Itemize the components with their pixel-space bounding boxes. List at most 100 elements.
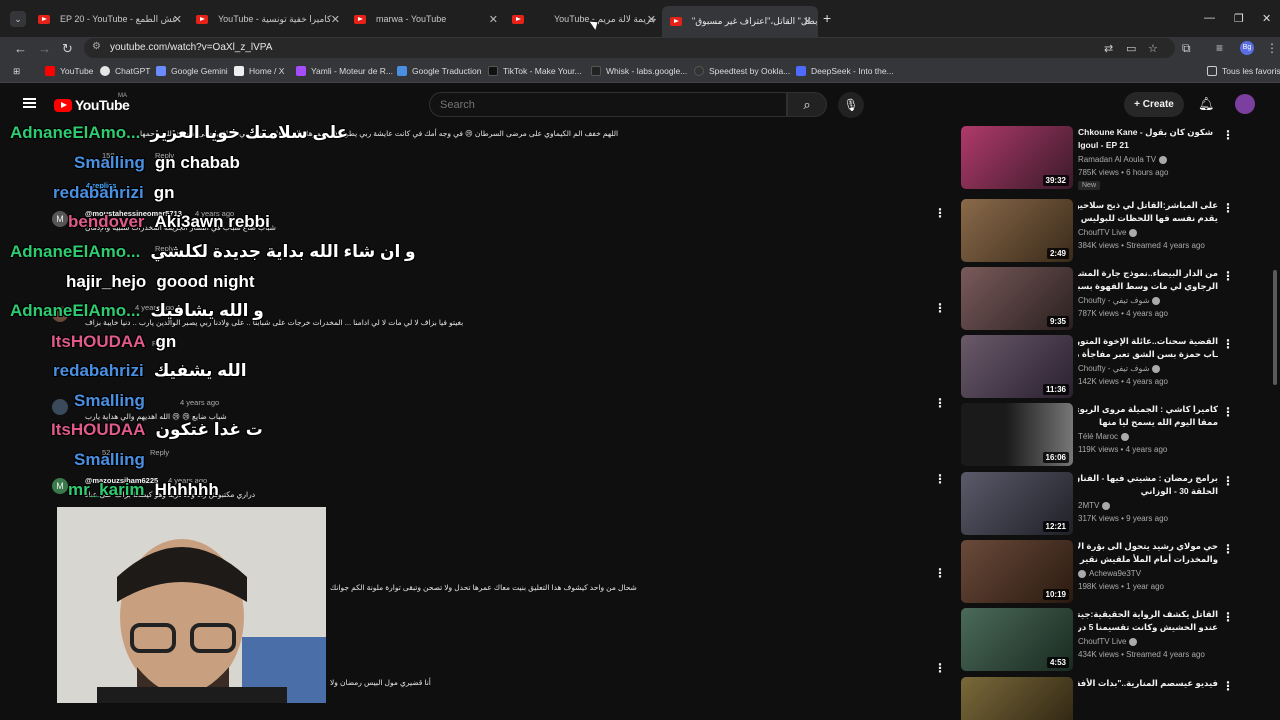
search-box[interactable] bbox=[429, 92, 787, 117]
channel-name[interactable]: ChoufTV Live bbox=[1078, 228, 1138, 237]
bookmark-tiktok[interactable]: TikTok - Make Your... bbox=[488, 66, 582, 76]
translate-icon[interactable]: ⇄ bbox=[1104, 42, 1113, 55]
recommended-video[interactable]: 2:49 على المباشر:القاتل لي ذبح سلاحيو «ق… bbox=[960, 199, 1234, 263]
tab-search-dropdown[interactable]: ⌄ bbox=[10, 11, 26, 27]
new-tab-button[interactable]: + bbox=[823, 10, 831, 26]
video-thumbnail[interactable]: 9:35 bbox=[961, 267, 1073, 330]
guide-menu-icon[interactable] bbox=[23, 98, 36, 108]
video-thumbnail[interactable]: 2:49 bbox=[961, 199, 1073, 262]
close-window-icon[interactable]: ✕ bbox=[1262, 12, 1271, 25]
video-thumbnail[interactable]: 12:21 bbox=[961, 472, 1073, 535]
channel-name[interactable]: ChoufTV Live bbox=[1078, 637, 1138, 646]
video-actions-kebab-icon[interactable]: ⋮ bbox=[1222, 542, 1234, 556]
video-title-line2[interactable]: عندو الحشيش وكانت تقسيمنا 5 دراهم وزمات bbox=[1078, 621, 1218, 633]
bookmark-speedtest[interactable]: Speedtest by Ookla... bbox=[694, 66, 790, 76]
address-bar[interactable]: ⚙ youtube.com/watch?v=OaXl_z_lVPA ⇄ ▭ ☆ bbox=[84, 38, 1175, 58]
video-title[interactable]: فيديو عيسصم المنارية.."بدات الأفة" كيحسو bbox=[1078, 677, 1218, 689]
recommended-video[interactable]: 10:19 حي مولاي رشيد يتحول الى بؤرة الإجر… bbox=[960, 540, 1234, 604]
video-title-line2[interactable]: ـاب حمزة بسن الشق تعبر مفاجأة من الجيار bbox=[1078, 348, 1218, 360]
create-button[interactable]: + Create bbox=[1124, 92, 1184, 117]
browser-tab[interactable]: EP 20 - YouTube - عش الطمع ✕ bbox=[30, 8, 188, 30]
video-actions-kebab-icon[interactable]: ⋮ bbox=[1222, 269, 1234, 283]
video-title[interactable]: حي مولاي رشيد يتحول الى بؤرة الإجرام bbox=[1078, 540, 1218, 552]
video-title[interactable]: القضية سحنات..عائلة الإخوة المتورطين فقت… bbox=[1078, 335, 1218, 347]
bookmark-chatgpt[interactable]: ChatGPT bbox=[100, 66, 150, 76]
close-tab-icon[interactable]: ✕ bbox=[647, 13, 656, 26]
video-title[interactable]: برامج رمضان : مشيتي فيها - الفنان مهدي bbox=[1078, 472, 1218, 484]
video-title-line2[interactable]: lgoul - EP 21 bbox=[1078, 139, 1218, 151]
video-thumbnail[interactable] bbox=[961, 677, 1073, 720]
avatar[interactable]: M bbox=[52, 211, 68, 227]
bookmark-youtube[interactable]: YouTube bbox=[45, 66, 93, 76]
recommended-video[interactable]: 4:53 القاتل يكشف الرواية الحقيقية:جيتا ن… bbox=[960, 608, 1234, 672]
page-scrollbar[interactable] bbox=[1273, 270, 1277, 385]
voice-search-button[interactable]: 🎙 bbox=[838, 92, 864, 118]
video-actions-kebab-icon[interactable]: ⋮ bbox=[1222, 337, 1234, 351]
bookmark-star-icon[interactable]: ☆ bbox=[1148, 42, 1158, 55]
site-info-icon[interactable]: ⚙ bbox=[92, 41, 101, 52]
bookmark-gemini[interactable]: Google Gemini bbox=[156, 66, 228, 76]
close-tab-icon[interactable]: ✕ bbox=[173, 13, 182, 26]
video-title[interactable]: من الدار البيضاء..نموذج جارة المشجع bbox=[1078, 267, 1218, 279]
channel-name[interactable]: Télé Maroc bbox=[1078, 432, 1130, 441]
browser-tab[interactable]: marwa - YouTube ✕ bbox=[346, 8, 504, 30]
video-thumbnail[interactable]: 16:06 bbox=[961, 403, 1073, 466]
video-actions-kebab-icon[interactable]: ⋮ bbox=[1222, 610, 1234, 624]
recommended-video[interactable]: 39:32 Chkoune Kane - شكون كان بقول lgoul… bbox=[960, 126, 1234, 190]
recommended-video[interactable]: 11:36 القضية سحنات..عائلة الإخوة المتورط… bbox=[960, 335, 1234, 399]
video-actions-kebab-icon[interactable]: ⋮ bbox=[1222, 679, 1234, 693]
channel-name[interactable]: Achewa9e3TV bbox=[1078, 569, 1141, 578]
channel-name[interactable]: Ramadan Al Aoula TV bbox=[1078, 155, 1168, 164]
video-title-line2[interactable]: الرجاوي لي مات وسط الفهوة بسبب هدف bbox=[1078, 280, 1218, 292]
video-thumbnail[interactable]: 4:53 bbox=[961, 608, 1073, 671]
video-actions-kebab-icon[interactable]: ⋮ bbox=[1222, 405, 1234, 419]
bookmark-google-translate[interactable]: Google Traduction bbox=[397, 66, 481, 76]
recommended-video[interactable]: 9:35 من الدار البيضاء..نموذج جارة المشجع… bbox=[960, 267, 1234, 331]
video-actions-kebab-icon[interactable]: ⋮ bbox=[1222, 128, 1234, 142]
comment-actions-kebab-icon[interactable]: ⋮ bbox=[934, 566, 946, 580]
browser-tab-active[interactable]: "بطل" القاتل،"اعتراف غير مسبوق ✕ bbox=[662, 6, 818, 37]
comment-actions-kebab-icon[interactable]: ⋮ bbox=[934, 661, 946, 675]
bookmark-x[interactable]: Home / X bbox=[234, 66, 284, 76]
video-thumbnail[interactable]: 11:36 bbox=[961, 335, 1073, 398]
avatar[interactable]: M bbox=[52, 478, 68, 494]
video-title-line2[interactable]: والمخدرات أمام الملأ ملقيش نقير تصبح bbox=[1078, 553, 1218, 565]
close-tab-icon[interactable]: ✕ bbox=[489, 13, 498, 26]
video-thumbnail[interactable]: 39:32 bbox=[961, 126, 1073, 189]
recommended-video[interactable]: فيديو عيسصم المنارية.."بدات الأفة" كيحسو… bbox=[960, 677, 1234, 720]
recommended-video[interactable]: 12:21 برامج رمضان : مشيتي فيها - الفنان … bbox=[960, 472, 1234, 536]
video-actions-kebab-icon[interactable]: ⋮ bbox=[1222, 474, 1234, 488]
channel-name[interactable]: 2MTV bbox=[1078, 501, 1111, 510]
all-bookmarks-folder[interactable]: Tous les favoris bbox=[1207, 66, 1280, 76]
comment-actions-kebab-icon[interactable]: ⋮ bbox=[934, 396, 946, 410]
notifications-bell-icon[interactable]: 🔔︎ bbox=[1198, 96, 1215, 112]
url-text[interactable]: youtube.com/watch?v=OaXl_z_lVPA bbox=[110, 42, 272, 53]
forward-icon[interactable]: → bbox=[38, 41, 51, 56]
video-title-line2[interactable]: ممقا اليوم الله يسمح ليا منها bbox=[1078, 416, 1218, 428]
close-tab-icon[interactable]: ✕ bbox=[803, 15, 812, 28]
reload-icon[interactable]: ↻ bbox=[62, 41, 73, 57]
cast-icon[interactable]: ▭ bbox=[1126, 42, 1136, 55]
video-title[interactable]: Chkoune Kane - شكون كان بقول bbox=[1078, 126, 1218, 138]
video-title[interactable]: كاميرا كاشي : الجميلة مروى الريوي بكات bbox=[1078, 403, 1218, 415]
channel-name[interactable]: Choufty - شوف تيفي bbox=[1078, 296, 1161, 305]
browser-tab[interactable]: YouTube - كاميرا خفية تونسية ✕ bbox=[188, 8, 346, 30]
profile-avatar[interactable]: Bg bbox=[1240, 41, 1254, 55]
recommended-video[interactable]: 16:06 كاميرا كاشي : الجميلة مروى الريوي … bbox=[960, 403, 1234, 467]
bookmark-whisk[interactable]: Whisk - labs.google... bbox=[591, 66, 687, 76]
bookmark-yamli[interactable]: Yamli - Moteur de R... bbox=[296, 66, 393, 76]
account-avatar[interactable] bbox=[1235, 94, 1255, 114]
comment-actions-kebab-icon[interactable]: ⋮ bbox=[934, 301, 946, 315]
comment-actions-kebab-icon[interactable]: ⋮ bbox=[934, 206, 946, 220]
comment-actions-kebab-icon[interactable]: ⋮ bbox=[934, 472, 946, 486]
video-actions-kebab-icon[interactable]: ⋮ bbox=[1222, 201, 1234, 215]
search-button[interactable]: ⌕ bbox=[787, 92, 827, 117]
video-title-line2[interactable]: الحلقة 30 - الوزاني bbox=[1078, 485, 1218, 497]
youtube-logo[interactable]: YouTube MA bbox=[54, 93, 130, 113]
video-title[interactable]: على المباشر:القاتل لي ذبح سلاحيو «قتلة م… bbox=[1078, 199, 1218, 211]
avatar[interactable] bbox=[52, 399, 68, 415]
channel-name[interactable]: Choufty - شوف تيفي bbox=[1078, 364, 1161, 373]
video-title-line2[interactable]: يقدم نفسه فها اللحظات للبوليس بحضور bbox=[1078, 212, 1218, 224]
menu-kebab-icon[interactable]: ⋮ bbox=[1266, 41, 1278, 55]
bookmark-deepseek[interactable]: DeepSeek - Into the... bbox=[796, 66, 894, 76]
